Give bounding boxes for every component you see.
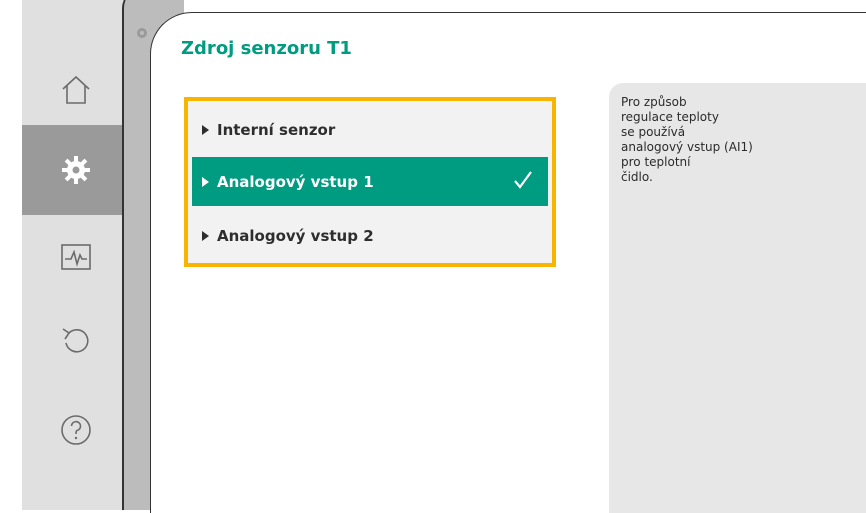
option-analog-input-1[interactable]: Analogový vstup 1 (192, 157, 548, 206)
page-title: Zdroj senzoru T1 (181, 38, 352, 59)
option-list: Interní senzor Analogový vstup 1 Analogo… (184, 97, 556, 267)
nav-undo[interactable] (22, 295, 130, 385)
diagnostics-icon (61, 244, 91, 270)
option-label: Analogový vstup 2 (217, 226, 374, 245)
help-icon (61, 415, 91, 445)
gear-icon (62, 156, 90, 184)
nav-diagnostics[interactable] (22, 212, 130, 302)
option-analog-input-2[interactable]: Analogový vstup 2 (192, 211, 548, 260)
option-internal-sensor[interactable]: Interní senzor (192, 105, 548, 154)
nav-settings[interactable] (22, 125, 130, 215)
chevron-right-icon (202, 176, 209, 187)
option-label: Interní senzor (217, 120, 336, 139)
check-icon (514, 171, 532, 189)
info-text: Pro způsob regulace teploty se používá a… (621, 95, 753, 184)
home-icon (62, 75, 90, 104)
chevron-right-icon (202, 124, 209, 135)
option-label: Analogový vstup 1 (217, 172, 374, 191)
undo-icon (62, 328, 89, 353)
settings-breadcrumb-icon (137, 28, 147, 38)
settings-page: Zdroj senzoru T1 Interní senzor Analogov… (150, 12, 866, 513)
nav-home[interactable] (22, 45, 130, 135)
nav-help[interactable] (22, 385, 130, 475)
info-panel: Pro způsob regulace teploty se používá a… (609, 83, 866, 513)
chevron-right-icon (202, 230, 209, 241)
